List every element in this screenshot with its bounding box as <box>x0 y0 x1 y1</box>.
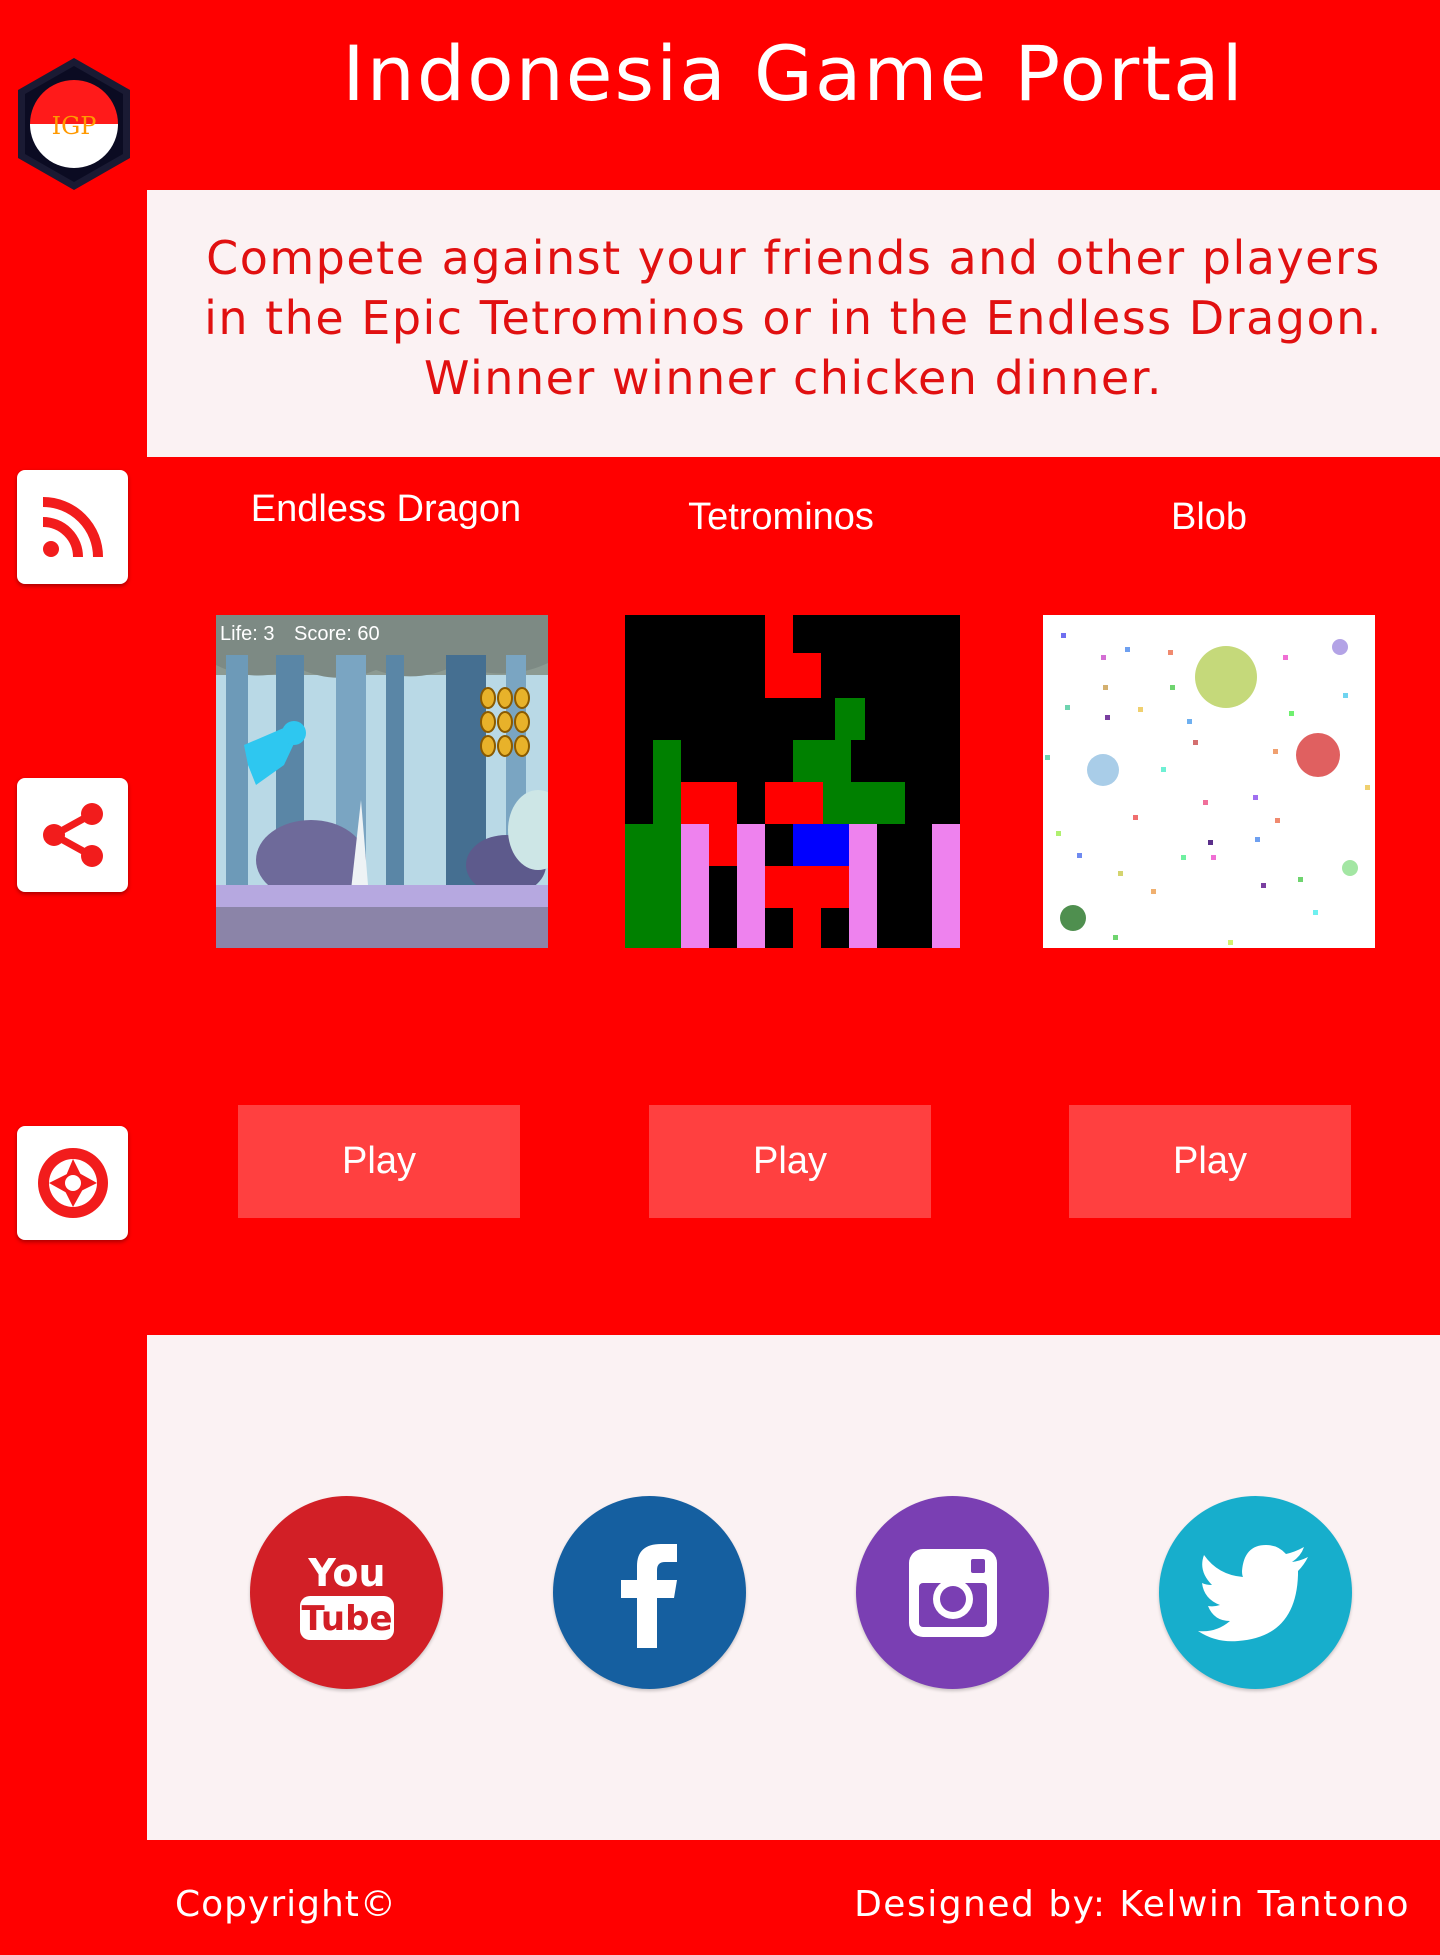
game-title-blob: Blob <box>1170 496 1248 538</box>
endless-dragon-thumbnail[interactable]: Life: 3 Score: 60 <box>216 615 568 948</box>
instagram-icon <box>908 1548 997 1637</box>
logo-text: IGP <box>52 112 97 140</box>
game-title-tetrominos: Tetrominos <box>688 496 874 538</box>
intro-line-2: in the Epic Tetrominos or in the Endless… <box>204 291 1383 345</box>
intro-line-3: Winner winner chicken dinner. <box>424 351 1163 405</box>
youtube-button[interactable]: You Tube <box>250 1496 443 1689</box>
youtube-icon: You Tube <box>299 1551 394 1640</box>
twitter-button[interactable] <box>1159 1496 1352 1689</box>
aperture-icon <box>37 1148 108 1218</box>
intro-panel: Compete against your friends and other p… <box>147 190 1440 457</box>
hud-life: Life: 3 <box>220 623 274 645</box>
intro-line-1: Compete against your friends and other p… <box>206 231 1381 285</box>
facebook-icon <box>620 1543 677 1648</box>
aperture-button[interactable] <box>17 1126 128 1240</box>
play-button-tetrominos[interactable]: Play <box>649 1105 931 1218</box>
play-button-blob[interactable]: Play <box>1069 1105 1351 1218</box>
share-icon <box>42 803 103 867</box>
copyright-text: Copyright© <box>175 1884 397 1925</box>
sidebar: IGP <box>0 0 147 1955</box>
header: Indonesia Game Portal <box>147 0 1440 190</box>
facebook-button[interactable] <box>553 1496 746 1689</box>
youtube-text-tube: Tube <box>301 1599 392 1639</box>
blob-thumbnail[interactable] <box>1043 615 1375 948</box>
igp-logo[interactable]: IGP <box>14 56 134 192</box>
instagram-button[interactable] <box>856 1496 1049 1689</box>
youtube-text-you: You <box>307 1551 385 1595</box>
designer-credit: Designed by: Kelwin Tantono <box>854 1884 1410 1925</box>
play-button-endless-dragon[interactable]: Play <box>238 1105 520 1218</box>
twitter-icon <box>1197 1544 1308 1641</box>
tetrominos-thumbnail[interactable] <box>625 615 960 948</box>
igp-logo-icon: IGP <box>18 58 130 190</box>
game-title-endless-dragon: Endless Dragon <box>250 488 522 530</box>
share-button[interactable] <box>17 778 128 892</box>
page-title: Indonesia Game Portal <box>342 29 1245 118</box>
rss-button[interactable] <box>17 470 128 584</box>
rss-icon <box>42 497 103 558</box>
intro-text: Compete against your friends and other p… <box>147 228 1440 408</box>
footer: Copyright© Designed by: Kelwin Tantono <box>147 1840 1440 1955</box>
hud-score: Score: 60 <box>294 623 380 645</box>
